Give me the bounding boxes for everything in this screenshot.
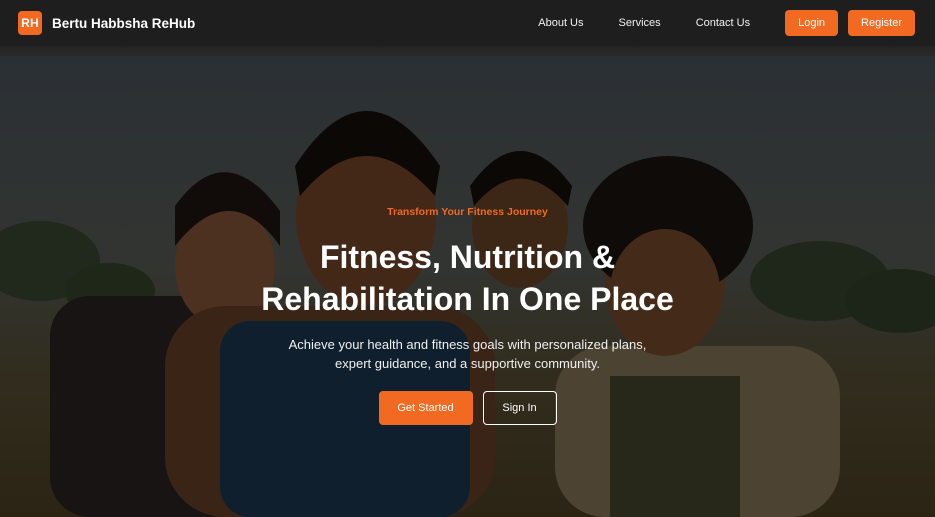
login-button[interactable]: Login xyxy=(785,10,839,36)
hero-content: Transform Your Fitness Journey Fitness, … xyxy=(0,56,935,517)
brand-name: Bertu Habbsha ReHub xyxy=(52,15,196,31)
get-started-button[interactable]: Get Started xyxy=(378,391,473,425)
nav-link-contact-us[interactable]: Contact Us xyxy=(696,17,750,29)
hero-eyebrow: Transform Your Fitness Journey xyxy=(387,206,548,218)
hero-subtext-line1: Achieve your health and fitness goals wi… xyxy=(288,337,647,352)
nav-link-services[interactable]: Services xyxy=(619,17,661,29)
nav-links: About Us Services Contact Us Login Regis… xyxy=(538,10,915,36)
hero-headline: Fitness, Nutrition & Rehabilitation In O… xyxy=(0,236,935,320)
hero-headline-line1: Fitness, Nutrition & xyxy=(319,239,616,275)
hero-cta-group: Get Started Sign In xyxy=(0,391,935,425)
hero-section: Transform Your Fitness Journey Fitness, … xyxy=(0,56,935,517)
hero-subtext: Achieve your health and fitness goals wi… xyxy=(0,335,935,373)
logo-badge: RH xyxy=(18,11,42,35)
brand[interactable]: RH Bertu Habbsha ReHub xyxy=(18,11,195,35)
register-button[interactable]: Register xyxy=(848,10,915,36)
navbar-divider xyxy=(0,46,935,56)
hero-headline-line2: Rehabilitation In One Place xyxy=(261,281,674,317)
hero-subtext-line2: expert guidance, and a supportive commun… xyxy=(335,356,600,371)
nav-link-about-us[interactable]: About Us xyxy=(538,17,583,29)
sign-in-button[interactable]: Sign In xyxy=(482,391,557,425)
navbar: RH Bertu Habbsha ReHub About Us Services… xyxy=(0,0,935,46)
